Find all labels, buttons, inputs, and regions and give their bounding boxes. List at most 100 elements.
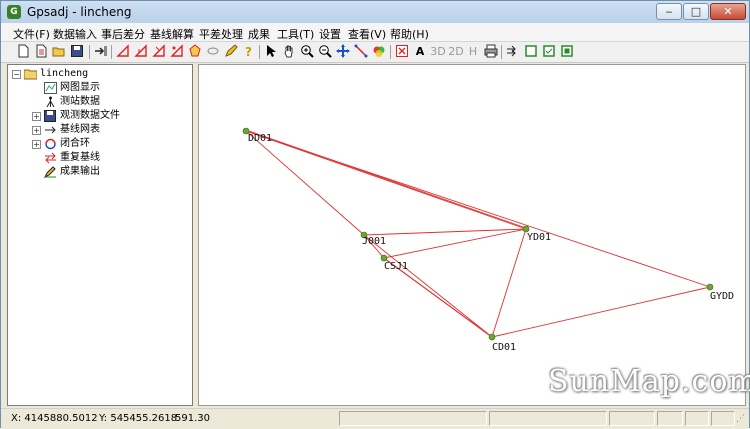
new-doc-icon[interactable] — [33, 44, 49, 60]
view-2d-button[interactable]: 2D — [447, 44, 465, 60]
station-label: YD01 — [527, 232, 551, 243]
polygon-tool-icon[interactable] — [187, 44, 203, 60]
collapse-icon[interactable]: − — [12, 70, 21, 79]
expand-icon[interactable]: + — [32, 140, 41, 149]
station-point[interactable] — [488, 333, 496, 341]
expand-icon[interactable]: + — [32, 126, 41, 135]
help-query-icon[interactable]: ? — [241, 44, 257, 60]
close-box-icon[interactable] — [394, 44, 410, 60]
station-label-group: DD01 J001 CSJ1 YD01 GYDD CD01 — [248, 133, 734, 353]
baseline-line[interactable] — [245, 130, 365, 236]
network-map-icon — [44, 82, 57, 94]
tripod-icon — [44, 96, 57, 108]
view-h-button[interactable]: H — [465, 44, 481, 60]
maximize-button[interactable]: □ — [683, 3, 709, 20]
menu-bar: 文件(F) 数据输入 事后差分 基线解算 平差处理 成果 工具(T) 设置 查看… — [1, 23, 749, 42]
baseline-line[interactable] — [363, 234, 493, 338]
import-icon[interactable] — [93, 44, 109, 60]
minimize-button[interactable]: ‒ — [656, 3, 682, 20]
title-bar[interactable]: G Gpsadj - lincheng ‒ □ ✕ — [1, 1, 749, 24]
print-icon[interactable] — [483, 44, 499, 60]
tree-root-label: lincheng — [40, 68, 89, 79]
menu-file[interactable]: 文件(F) — [13, 26, 50, 42]
tree-item-label: 成果输出 — [60, 166, 100, 177]
expand-icon[interactable]: + — [32, 112, 41, 121]
color-layers-icon[interactable] — [371, 44, 387, 60]
tree-item-results-output[interactable]: 成果输出 — [8, 165, 188, 179]
triangle-tool-3-icon[interactable] — [151, 44, 167, 60]
green-square-icon[interactable] — [523, 44, 539, 60]
menu-post-diff[interactable]: 事后差分 — [101, 26, 145, 42]
text-tool-button[interactable]: A — [412, 44, 428, 60]
menu-baseline[interactable]: 基线解算 — [150, 26, 194, 42]
resize-grip-icon[interactable]: ⋰ — [736, 414, 745, 424]
triangle-tool-2-icon[interactable] — [133, 44, 149, 60]
network-canvas[interactable]: DD01 J001 CSJ1 YD01 GYDD CD01 — [198, 64, 746, 406]
triangle-tool-4-icon[interactable] — [169, 44, 185, 60]
status-panel — [609, 411, 655, 426]
tree-item-station-data[interactable]: 测站数据 — [8, 95, 188, 109]
status-panel — [657, 411, 683, 426]
tree-item-network-view[interactable]: 网图显示 — [8, 81, 188, 95]
triangle-tool-1-icon[interactable] — [115, 44, 131, 60]
ellipse-tool-icon[interactable] — [205, 44, 221, 60]
move-arrows-icon[interactable] — [335, 44, 351, 60]
tree-item-closed-loop[interactable]: + 闭合环 — [8, 137, 188, 151]
status-panel — [489, 411, 607, 426]
menu-adjust[interactable]: 平差处理 — [199, 26, 243, 42]
tree-root-item[interactable]: − lincheng — [8, 67, 188, 81]
menu-tools[interactable]: 工具(T) — [277, 26, 314, 42]
app-window: G Gpsadj - lincheng ‒ □ ✕ 文件(F) 数据输入 事后差… — [0, 0, 750, 429]
zoom-in-icon[interactable] — [299, 44, 315, 60]
tree-item-label: 闭合环 — [60, 138, 90, 149]
tree-item-repeat-baseline[interactable]: 重复基线 — [8, 151, 188, 165]
tree-item-label: 重复基线 — [60, 152, 100, 163]
new-file-icon[interactable] — [15, 44, 31, 60]
save-icon[interactable] — [69, 44, 85, 60]
station-label: GYDD — [710, 291, 734, 302]
open-folder-icon[interactable] — [51, 44, 67, 60]
tree-item-label: 网图显示 — [60, 82, 100, 93]
station-label: J001 — [362, 236, 386, 247]
view-3d-button[interactable]: 3D — [429, 44, 447, 60]
status-bar: X: 4145880.5012 Y: 545455.2618 591.30 ⋰ — [1, 408, 749, 429]
pan-hand-icon[interactable] — [281, 44, 297, 60]
tree-item-label: 测站数据 — [60, 96, 100, 107]
status-panel — [339, 411, 487, 426]
svg-text:?: ? — [245, 45, 252, 58]
baseline-line[interactable] — [491, 228, 527, 338]
tree-item-label: 基线网表 — [60, 124, 100, 135]
tree-item-baseline-table[interactable]: + 基线网表 — [8, 123, 188, 137]
pointer-icon[interactable] — [263, 44, 279, 60]
toolbar-separator — [390, 45, 391, 59]
export-arrow-icon[interactable] — [505, 44, 521, 60]
loop-arrows-icon — [44, 138, 57, 150]
baseline-line[interactable] — [245, 130, 527, 230]
pencil-icon[interactable] — [223, 44, 239, 60]
close-button[interactable]: ✕ — [710, 3, 746, 20]
menu-view[interactable]: 查看(V) — [348, 26, 386, 42]
window-title: Gpsadj - lincheng — [27, 5, 132, 19]
pen-write-icon — [43, 166, 57, 179]
toolbar-separator — [259, 45, 260, 59]
status-panel — [711, 411, 735, 426]
menu-help[interactable]: 帮助(H) — [390, 26, 429, 42]
toolbar-separator — [111, 45, 112, 59]
station-label: CD01 — [492, 342, 516, 353]
green-grid-icon[interactable] — [559, 44, 575, 60]
tree-item-observation-files[interactable]: + 观测数据文件 — [8, 109, 188, 123]
baseline-line[interactable] — [491, 286, 711, 338]
menu-results[interactable]: 成果 — [248, 26, 270, 42]
network-map[interactable]: DD01 J001 CSJ1 YD01 GYDD CD01 — [199, 65, 745, 405]
measure-line-icon[interactable] — [353, 44, 369, 60]
menu-settings[interactable]: 设置 — [319, 26, 341, 42]
station-point[interactable] — [706, 283, 714, 291]
folder-icon — [23, 68, 38, 80]
green-check-icon[interactable] — [541, 44, 557, 60]
zoom-out-icon[interactable] — [317, 44, 333, 60]
tree-item-label: 观测数据文件 — [60, 110, 120, 121]
disk-icon — [44, 110, 57, 122]
station-label: CSJ1 — [384, 261, 408, 272]
baseline-line[interactable] — [245, 130, 711, 288]
menu-data-input[interactable]: 数据输入 — [53, 26, 97, 42]
